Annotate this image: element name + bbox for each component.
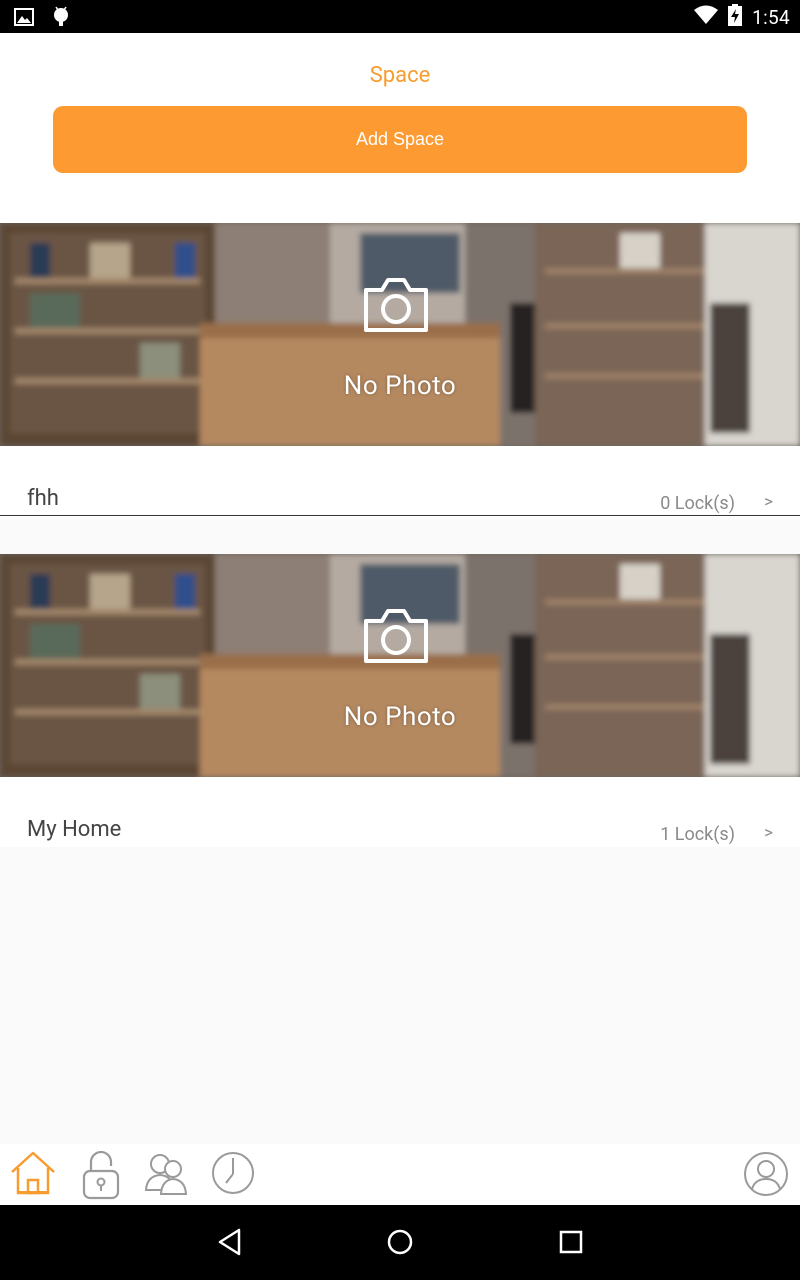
page-header: Space Add Space bbox=[0, 33, 800, 223]
no-photo-label: No Photo bbox=[343, 371, 457, 401]
space-photo-placeholder[interactable]: No Photo bbox=[0, 554, 800, 777]
home-icon bbox=[11, 1151, 55, 1195]
android-debug-icon bbox=[52, 6, 70, 32]
status-bar: 1:54 bbox=[0, 0, 800, 33]
tab-profile[interactable] bbox=[742, 1150, 792, 1200]
tab-users[interactable] bbox=[143, 1150, 193, 1200]
camera-icon bbox=[364, 278, 428, 332]
tab-locks[interactable] bbox=[80, 1150, 130, 1200]
profile-icon bbox=[744, 1152, 788, 1196]
space-row[interactable]: My Home 1 Lock(s) > bbox=[0, 777, 800, 847]
space-card[interactable]: No Photo My Home 1 Lock(s) > bbox=[0, 554, 800, 847]
home-circle-icon bbox=[387, 1229, 413, 1255]
space-card[interactable]: No Photo fhh 0 Lock(s) > bbox=[0, 223, 800, 517]
system-nav-bar bbox=[0, 1205, 800, 1280]
lock-count: 0 Lock(s) bbox=[660, 493, 735, 514]
space-name: My Home bbox=[27, 817, 122, 842]
tab-home[interactable] bbox=[9, 1150, 59, 1200]
bottom-tab-bar bbox=[0, 1144, 800, 1205]
clock: 1:54 bbox=[752, 5, 790, 29]
back-button[interactable] bbox=[216, 1227, 246, 1261]
users-icon bbox=[144, 1154, 188, 1195]
home-button[interactable] bbox=[385, 1227, 415, 1261]
space-photo-placeholder[interactable]: No Photo bbox=[0, 223, 800, 446]
chevron-right-icon[interactable]: > bbox=[764, 492, 773, 512]
chevron-right-icon[interactable]: > bbox=[764, 823, 773, 843]
space-row[interactable]: fhh 0 Lock(s) > bbox=[0, 446, 800, 516]
camera-icon bbox=[364, 609, 428, 663]
main-content: Space Add Space No Photo fhh 0 Lock(s) >… bbox=[0, 33, 800, 1144]
back-icon bbox=[218, 1228, 241, 1256]
history-clock-icon bbox=[212, 1152, 254, 1194]
no-photo-label: No Photo bbox=[343, 702, 457, 732]
space-name: fhh bbox=[27, 486, 59, 511]
page-title: Space bbox=[369, 63, 431, 88]
battery-charging-icon bbox=[728, 4, 743, 30]
lock-count: 1 Lock(s) bbox=[660, 824, 735, 845]
divider bbox=[0, 515, 800, 516]
add-space-button[interactable]: Add Space bbox=[53, 106, 747, 173]
tab-history[interactable] bbox=[209, 1150, 259, 1200]
recents-icon bbox=[559, 1230, 583, 1254]
image-icon bbox=[14, 8, 34, 30]
wifi-icon bbox=[694, 5, 719, 29]
lock-icon bbox=[82, 1150, 120, 1200]
recents-button[interactable] bbox=[556, 1227, 586, 1261]
